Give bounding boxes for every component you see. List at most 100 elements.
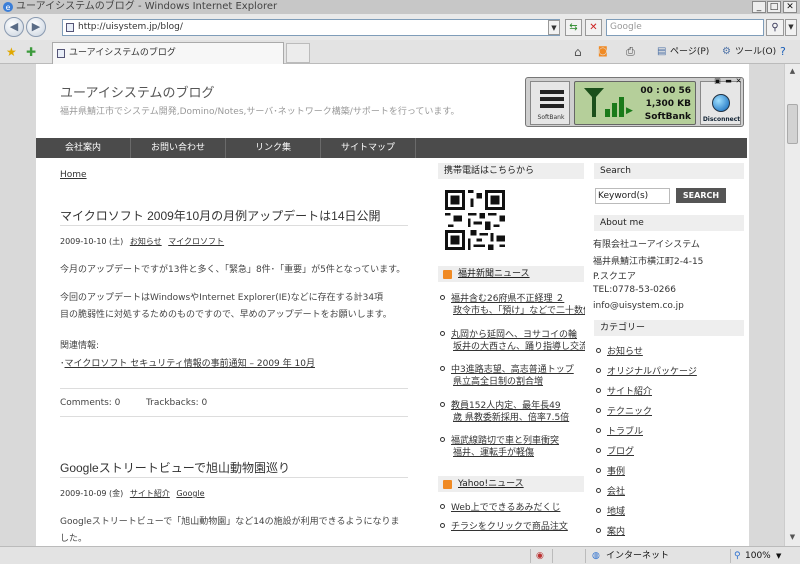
scroll-down-icon[interactable]: ▼ — [786, 531, 799, 544]
post-paragraph: 今回のアップデートはWindowsやInternet Explorer(IE)な… — [60, 293, 392, 320]
tab-uisystem-blog[interactable]: ユーアイシステムのブログ — [52, 42, 284, 64]
ie-logo-icon: e — [3, 2, 13, 12]
category-link[interactable]: 案内 — [596, 526, 625, 538]
disconnect-button[interactable]: Disconnect — [700, 81, 741, 125]
breadcrumb-home[interactable]: Home — [60, 170, 87, 180]
post-paragraph: Googleストリートビューで「旭山動物園」など14の施設が利用できるようになり… — [60, 517, 400, 544]
nav-links[interactable]: リンク集 — [226, 138, 321, 158]
address-bar[interactable]: http://uisystem.jp/blog/ — [62, 19, 560, 36]
nav-sitemap[interactable]: サイトマップ — [321, 138, 416, 158]
search-options-button[interactable]: ▼ — [785, 19, 797, 36]
post-category-link[interactable]: Google — [176, 489, 204, 498]
about-phone: TEL:0778-53-0266 — [593, 285, 676, 295]
site-title[interactable]: ユーアイシステムのブログ — [60, 82, 214, 101]
post-paragraph: 今月のアップデートですが13件と多く、「緊急」8件･「重要」が5件となっています… — [60, 265, 406, 275]
yahoo-news-heading[interactable]: Yahoo!ニュース — [438, 476, 584, 492]
post-date: 2009-10-10 (土) — [60, 237, 124, 246]
news-item-link[interactable]: 福武線踏切で車と列車衝突 福井、運転手が軽傷 — [440, 435, 585, 459]
help-icon[interactable]: ? — [780, 44, 786, 60]
favorites-star-icon[interactable]: ★ — [6, 45, 17, 59]
page-menu[interactable]: ページ(P) — [670, 44, 709, 60]
comments-link[interactable]: Comments: 0 — [60, 395, 120, 412]
scroll-thumb[interactable] — [787, 104, 798, 144]
minimize-button[interactable]: _ — [752, 1, 766, 13]
news-item-link[interactable]: 福井含む26府県不正経理 ２ 政令市も、「預け」などで二十数億 — [440, 293, 585, 317]
privacy-icon[interactable]: ◉ — [536, 549, 544, 563]
keyword-search-input[interactable]: Keyword(s) — [595, 188, 670, 204]
window-titlebar: e ユーアイシステムのブログ - Windows Internet Explor… — [0, 0, 800, 14]
window-title: ユーアイシステムのブログ - Windows Internet Explorer — [16, 1, 278, 12]
rss-icon — [443, 480, 452, 489]
blog-content: ユーアイシステムのブログ 福井県鯖江市でシステム開発,Domino/Notes,… — [36, 64, 749, 546]
scroll-up-icon[interactable]: ▲ — [786, 65, 799, 78]
softbank-connection-widget: SoftBank ▶ 00 : 00 56 1,300 KB SoftBank … — [525, 77, 744, 127]
magnifier-icon: ⚲ — [771, 22, 779, 33]
stop-button[interactable]: ✕ — [585, 19, 602, 36]
zoom-level[interactable]: 100% — [745, 549, 771, 563]
qr-code[interactable] — [445, 190, 505, 250]
internet-zone-icon: ◍ — [592, 551, 600, 561]
back-button[interactable]: ◀ — [4, 17, 24, 37]
about-line: 有限会社ユーアイシステム — [593, 240, 700, 250]
post-category-link[interactable]: お知らせ — [130, 237, 162, 246]
category-link[interactable]: ブログ — [596, 446, 634, 458]
category-link[interactable]: サイト紹介 — [596, 386, 652, 398]
news-item-link[interactable]: 丸岡から延岡へ、ヨサコイの輪 坂井の大西さん、踊り指導し交流 — [440, 329, 585, 353]
carrier-name: SoftBank — [644, 112, 691, 122]
arrow-right-icon: ▶ — [31, 20, 41, 33]
page-viewport: ユーアイシステムのブログ 福井県鯖江市でシステム開発,Domino/Notes,… — [0, 64, 784, 546]
news-item-link[interactable]: 教員152人内定、最年長49 歳 県教委新採用、倍率7.5倍 — [440, 400, 585, 424]
post-title[interactable]: マイクロソフト 2009年10月の月例アップデートは14日公開 — [60, 207, 381, 224]
post-title[interactable]: Googleストリートビューで旭山動物園巡り — [60, 459, 290, 476]
widget-close-icon[interactable]: ✕ — [734, 77, 743, 85]
category-link[interactable]: お知らせ — [596, 346, 643, 358]
arrow-left-icon: ◀ — [9, 20, 19, 33]
tools-menu[interactable]: ツール(O) — [735, 44, 776, 60]
status-bar: ◉ ◍ インターネット ⚲ 100% ▼ — [0, 546, 800, 564]
post-category-link[interactable]: サイト紹介 — [130, 489, 170, 498]
print-icon[interactable]: ⎙ — [626, 44, 635, 60]
about-line: 福井県鯖江市横江町2-4-15 — [593, 257, 704, 267]
connection-status-display: ▶ 00 : 00 56 1,300 KB SoftBank — [574, 81, 696, 125]
category-link[interactable]: オリジナルパッケージ — [596, 366, 697, 378]
browser-search-input[interactable]: Google — [606, 19, 764, 36]
maximize-button[interactable]: □ — [767, 1, 781, 13]
news-item-link[interactable]: 中3進路志望、高志普通トップ 県立高全日制の割合増 — [440, 364, 585, 388]
page-icon — [66, 23, 74, 32]
nav-contact[interactable]: お問い合わせ — [131, 138, 226, 158]
zoom-dropdown-icon[interactable]: ▼ — [776, 549, 781, 563]
new-tab-button[interactable] — [286, 43, 310, 63]
widget-restore-icon[interactable]: ▣ — [713, 77, 722, 85]
category-link[interactable]: トラブル — [596, 426, 643, 438]
fukui-news-heading[interactable]: 福井新聞ニュース — [438, 266, 584, 282]
browser-search-button[interactable]: ⚲ — [766, 19, 784, 36]
news-item-link[interactable]: Web上でできるあみだくじ — [440, 502, 585, 514]
add-favorites-icon[interactable]: ✚ — [26, 45, 36, 59]
refresh-button[interactable]: ⇆ — [565, 19, 582, 36]
category-link[interactable]: テクニック — [596, 406, 652, 418]
related-link[interactable]: マイクロソフト セキュリティ情報の事前通知 – 2009 年 10月 — [65, 359, 315, 369]
vertical-scrollbar[interactable]: ▲ ▼ — [784, 64, 800, 546]
post-category-link[interactable]: マイクロソフト — [168, 237, 224, 246]
feeds-icon[interactable]: ◙ — [598, 44, 608, 60]
site-search-button[interactable]: SEARCH — [676, 188, 726, 203]
trackbacks-link[interactable]: Trackbacks: 0 — [146, 395, 207, 412]
about-email: info@uisystem.co.jp — [593, 301, 684, 311]
forward-button[interactable]: ▶ — [26, 17, 46, 37]
related-info: ･マイクロソフト セキュリティ情報の事前通知 – 2009 年 10月 — [60, 359, 315, 369]
category-link[interactable]: 事例 — [596, 466, 625, 478]
news-item-link[interactable]: チラシをクリックで商品注文 — [440, 521, 585, 533]
widget-minimize-icon[interactable]: ▬ — [724, 77, 733, 85]
post-meta: 2009-10-09 (金) サイト紹介 Google — [60, 488, 205, 499]
zoom-icon: ⚲ — [734, 551, 741, 561]
nav-company[interactable]: 会社案内 — [36, 138, 131, 158]
softbank-logo: SoftBank — [530, 81, 570, 125]
category-link[interactable]: 地域 — [596, 506, 625, 518]
home-icon[interactable]: ⌂ — [574, 44, 582, 60]
post-date: 2009-10-09 (金) — [60, 489, 124, 498]
category-link[interactable]: 会社 — [596, 486, 625, 498]
close-window-button[interactable]: ✕ — [783, 1, 797, 13]
address-dropdown-button[interactable]: ▼ — [548, 20, 560, 35]
play-icon: ▶ — [626, 106, 633, 116]
svg-text:e: e — [6, 3, 11, 12]
